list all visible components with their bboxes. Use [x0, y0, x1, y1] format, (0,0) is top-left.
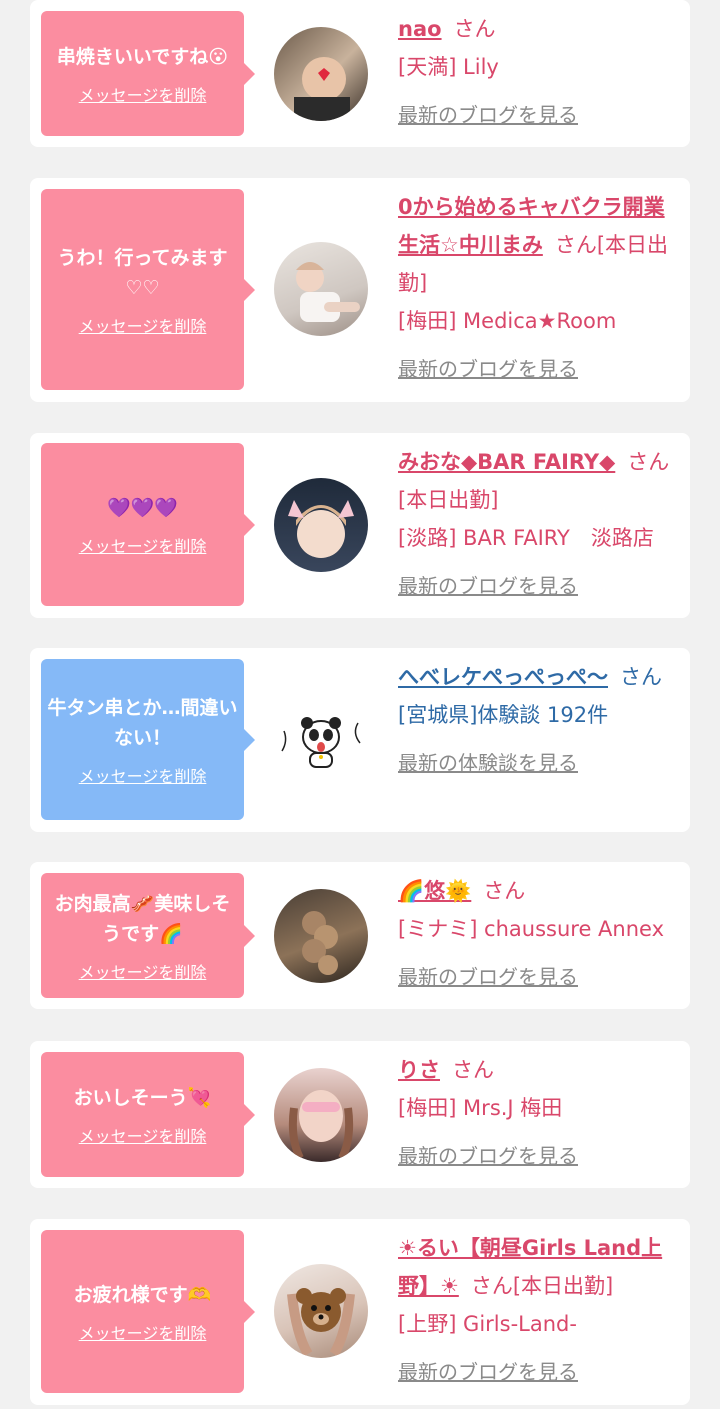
delete-message-link[interactable]: メッセージを削除 — [79, 82, 207, 106]
avatar[interactable] — [274, 27, 368, 121]
message-text: 串焼きいいですね😮 — [56, 45, 229, 68]
avatar-photo — [296, 262, 360, 322]
latest-blog-link[interactable]: 最新のブログを見る — [398, 1137, 680, 1175]
user-name-link[interactable]: みおな◆BAR FAIRY◆ — [398, 450, 615, 474]
latest-review-link[interactable]: 最新の体験談を見る — [398, 744, 680, 782]
latest-blog-link[interactable]: 最新のブログを見る — [398, 567, 680, 605]
latest-blog-link[interactable]: 最新のブログを見る — [398, 958, 680, 996]
delete-message-link[interactable]: メッセージを削除 — [79, 1123, 207, 1147]
avatar-photo — [294, 57, 350, 121]
message-card: 牛タン串とか…間違いない！ メッセージを削除 へべレケぺっぺっぺ〜 さん [宮城県… — [30, 648, 690, 832]
message-card: 串焼きいいですね😮 メッセージを削除 nao さん [天満] Lily 最新のブロ… — [30, 0, 690, 147]
message-bubble: うわ！行ってみます♡♡ メッセージを削除 — [41, 189, 255, 390]
honorific: さん — [452, 1058, 494, 1082]
message-bubble: お疲れ様です🫶 メッセージを削除 — [41, 1230, 255, 1393]
latest-blog-link[interactable]: 最新のブログを見る — [398, 350, 680, 388]
avatar[interactable] — [274, 889, 368, 983]
avatar[interactable] — [274, 1264, 368, 1358]
avatar[interactable] — [274, 478, 368, 572]
message-text: 牛タン串とか…間違いない！ — [47, 696, 238, 749]
user-info: へべレケぺっぺっぺ〜 さん [宮城県]体験談 192件 最新の体験談を見る — [398, 658, 680, 782]
avatar[interactable] — [274, 1068, 368, 1162]
user-info: りさ さん [梅田] Mrs.J 梅田 最新のブログを見る — [398, 1051, 680, 1175]
message-card: 💜💜💜 メッセージを削除 みおな◆BAR FAIRY◆ さん[本日出勤] [淡路]… — [30, 433, 690, 618]
user-name-link[interactable]: 🌈悠🌞 — [398, 879, 471, 903]
message-bubble: 串焼きいいですね😮 メッセージを削除 — [41, 11, 255, 136]
delete-message-link[interactable]: メッセージを削除 — [79, 533, 207, 557]
message-text: お疲れ様です🫶 — [73, 1283, 212, 1306]
bear-icon — [287, 1288, 355, 1357]
honorific: さん — [620, 665, 662, 689]
user-info: 0から始めるキャバクラ開業生活☆中川まみ さん[本日出勤] [梅田] Medica… — [398, 188, 680, 388]
user-info: nao さん [天満] Lily 最新のブログを見る — [398, 10, 680, 134]
message-card: お肉最高🥓美味しそうです🌈 メッセージを削除 🌈悠🌞 さん [ミナミ] chaus… — [30, 862, 690, 1009]
avatar-photo — [288, 500, 354, 558]
user-info: 🌈悠🌞 さん [ミナミ] chaussure Annex 最新のブログを見る — [398, 872, 680, 996]
user-info: みおな◆BAR FAIRY◆ さん[本日出勤] [淡路] BAR FAIRY 淡路… — [398, 443, 680, 605]
shop-name: [宮城県]体験談 192件 — [398, 703, 609, 727]
message-bubble: 牛タン串とか…間違いない！ メッセージを削除 — [41, 659, 255, 820]
honorific: さん — [483, 879, 526, 903]
avatar-photo — [288, 1090, 354, 1160]
message-bubble: おいしそーう💘 メッセージを削除 — [41, 1052, 255, 1177]
user-info: ☀るい【朝昼Girls Land上野】☀ さん[本日出勤] [上野] Girls-… — [398, 1229, 680, 1391]
shop-name: [ミナミ] chaussure Annex — [398, 917, 665, 941]
honorific: さん[本日出勤] — [470, 1274, 614, 1298]
shop-name: [天満] Lily — [398, 55, 499, 79]
honorific: さん — [453, 17, 496, 41]
latest-blog-link[interactable]: 最新のブログを見る — [398, 1353, 680, 1391]
message-text: お肉最高🥓美味しそうです🌈 — [54, 892, 231, 945]
avatar[interactable] — [274, 242, 368, 336]
latest-blog-link[interactable]: 最新のブログを見る — [398, 96, 680, 134]
message-card: うわ！行ってみます♡♡ メッセージを削除 0から始めるキャバクラ開業生活☆中川ま… — [30, 178, 690, 402]
message-card: お疲れ様です🫶 メッセージを削除 ☀るい【朝昼Girls Land上野】☀ さん[… — [30, 1219, 690, 1405]
delete-message-link[interactable]: メッセージを削除 — [79, 959, 207, 983]
user-name-link[interactable]: nao — [398, 17, 442, 41]
delete-message-link[interactable]: メッセージを削除 — [79, 313, 207, 337]
message-bubble: 💜💜💜 メッセージを削除 — [41, 443, 255, 606]
message-text: 💜💜💜 — [107, 496, 178, 519]
shop-name: [梅田] Mrs.J 梅田 — [398, 1096, 563, 1120]
message-text: うわ！行ってみます♡♡ — [57, 246, 228, 299]
shop-name: [梅田] Medica★Room — [398, 309, 617, 333]
user-name-link[interactable]: りさ — [398, 1058, 440, 1082]
user-name-link[interactable]: へべレケぺっぺっぺ〜 — [398, 665, 608, 689]
avatar[interactable] — [274, 693, 368, 787]
shop-name: [淡路] BAR FAIRY 淡路店 — [398, 526, 654, 550]
delete-message-link[interactable]: メッセージを削除 — [79, 763, 207, 787]
message-card: おいしそーう💘 メッセージを削除 りさ さん [梅田] Mrs.J 梅田 最新のブ… — [30, 1041, 690, 1188]
delete-message-link[interactable]: メッセージを削除 — [79, 1320, 207, 1344]
shop-name: [上野] Girls-Land- — [398, 1312, 577, 1336]
message-bubble: お肉最高🥓美味しそうです🌈 メッセージを削除 — [41, 873, 255, 998]
avatar-photo — [302, 911, 338, 975]
message-text: おいしそーう💘 — [73, 1086, 212, 1109]
panda-icon — [281, 717, 361, 768]
